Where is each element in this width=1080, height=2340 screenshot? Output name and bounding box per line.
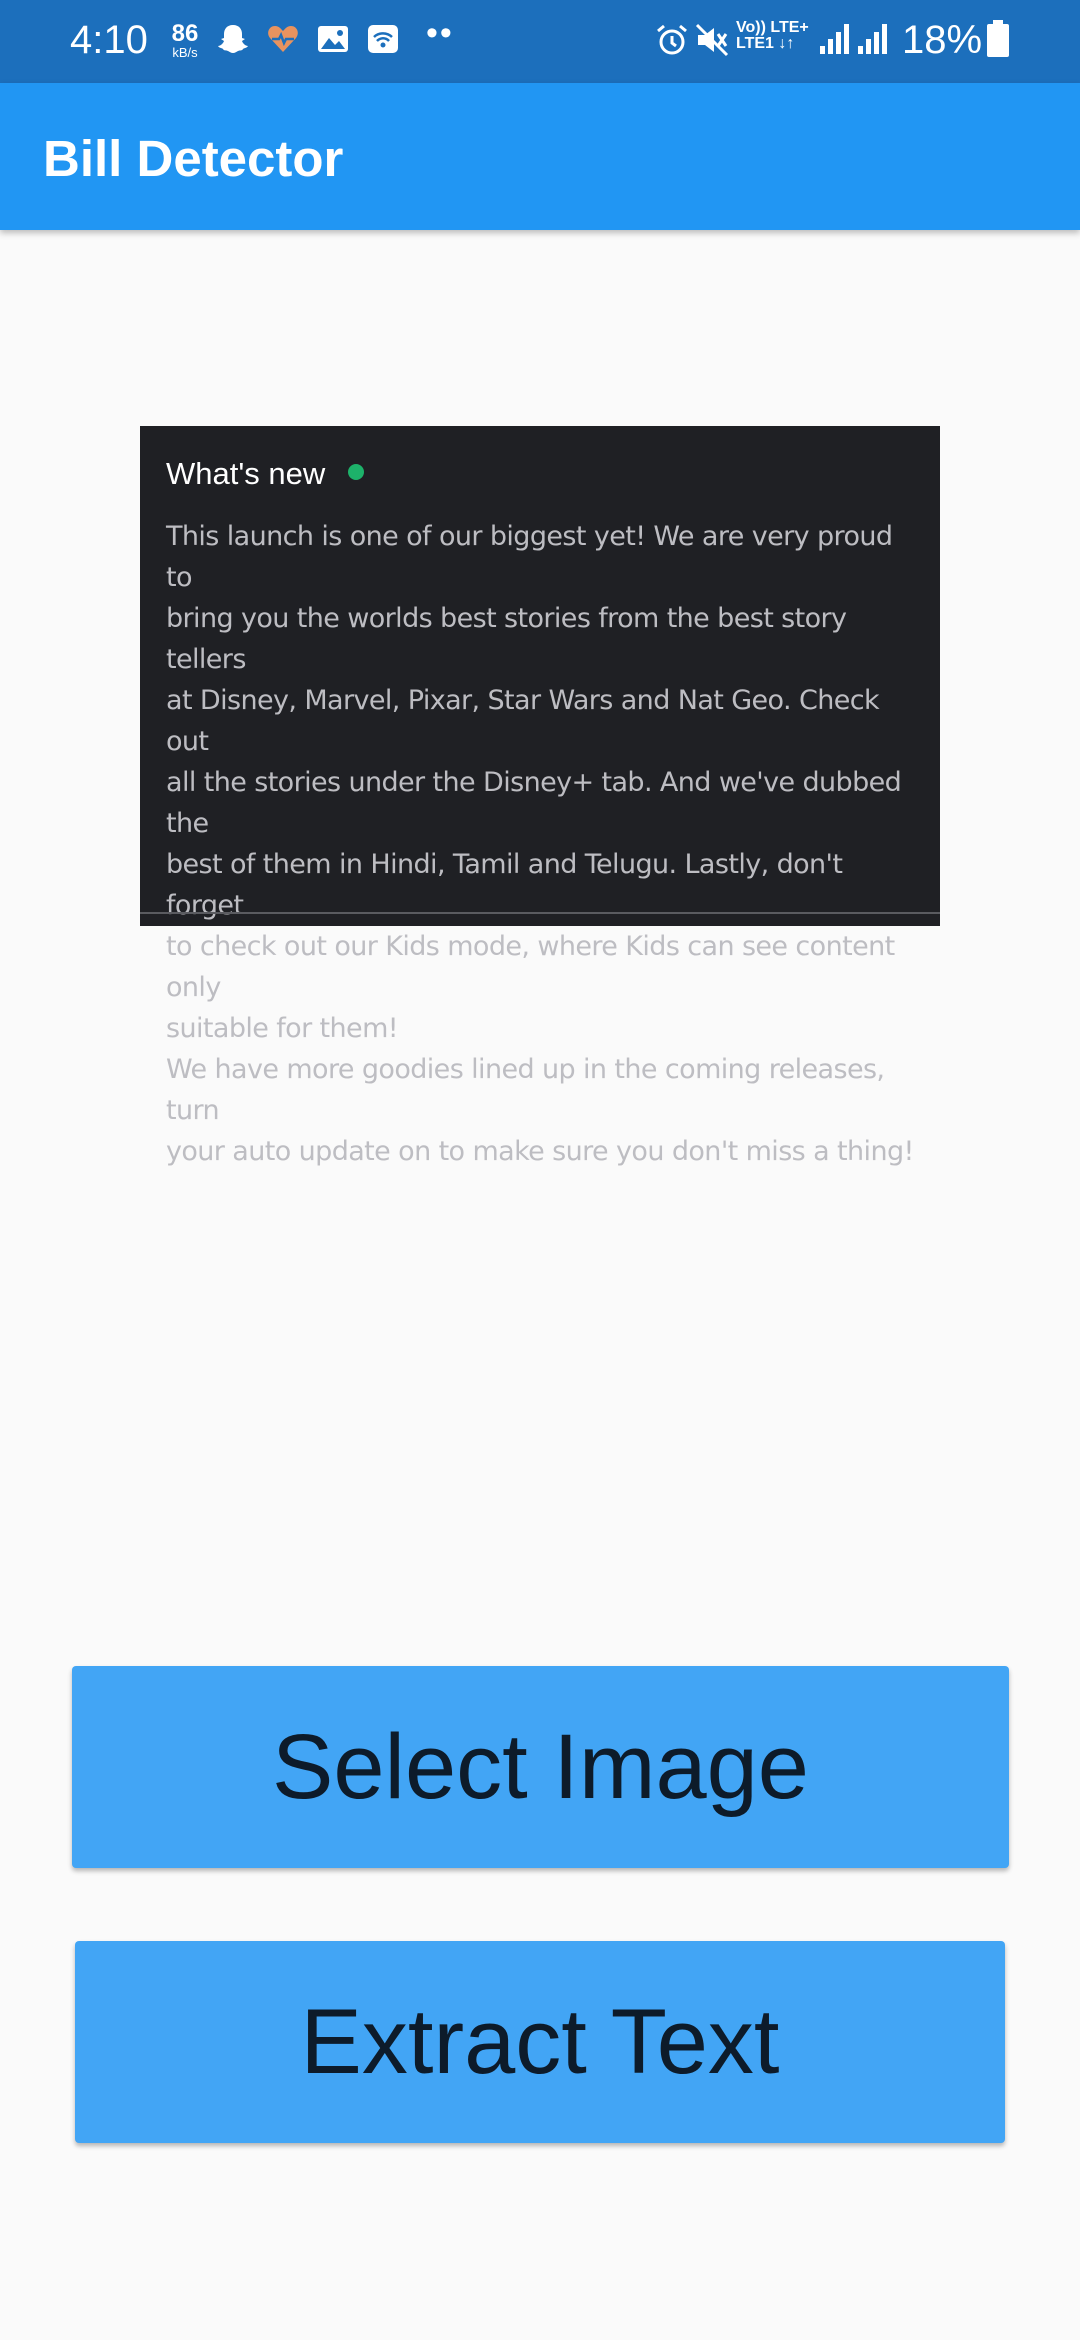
status-bar: 4:10 86 kB/s •• Vo)) LTE+ LTE1 ↓↑ 18% (0, 0, 1080, 83)
status-time: 4:10 (70, 18, 148, 62)
battery-icon (986, 20, 1010, 63)
network-speed-unit: kB/s (172, 45, 198, 60)
alarm-icon (654, 22, 690, 63)
network-type: Vo)) LTE+ LTE1 ↓↑ (736, 20, 809, 52)
signal-icon (818, 22, 850, 61)
gallery-icon (316, 22, 350, 61)
selected-image-preview: What's new This launch is one of our big… (140, 426, 940, 1167)
select-image-button[interactable]: Select Image (72, 1666, 1009, 1868)
wifi-calling-icon (366, 22, 400, 61)
app-bar: Bill Detector (0, 83, 1080, 230)
extract-text-button[interactable]: Extract Text (75, 1941, 1005, 2143)
network-type-bottom: LTE1 ↓↑ (736, 35, 795, 52)
mute-icon (694, 22, 730, 63)
app-title: Bill Detector (43, 130, 344, 187)
network-speed-value: 86 (171, 20, 199, 47)
network-type-top: Vo)) LTE+ (736, 19, 809, 36)
preview-body-text: This launch is one of our biggest yet! W… (166, 521, 914, 1167)
network-speed: 86 kB/s (168, 20, 202, 60)
health-icon (266, 22, 300, 61)
snapchat-icon (216, 22, 250, 61)
overflow-dots: •• (426, 14, 454, 52)
preview-header: What's new (166, 456, 326, 491)
new-indicator-dot (348, 464, 364, 480)
battery-percent: 18% (902, 18, 983, 62)
signal-icon (856, 22, 888, 61)
preview-divider (140, 912, 940, 914)
